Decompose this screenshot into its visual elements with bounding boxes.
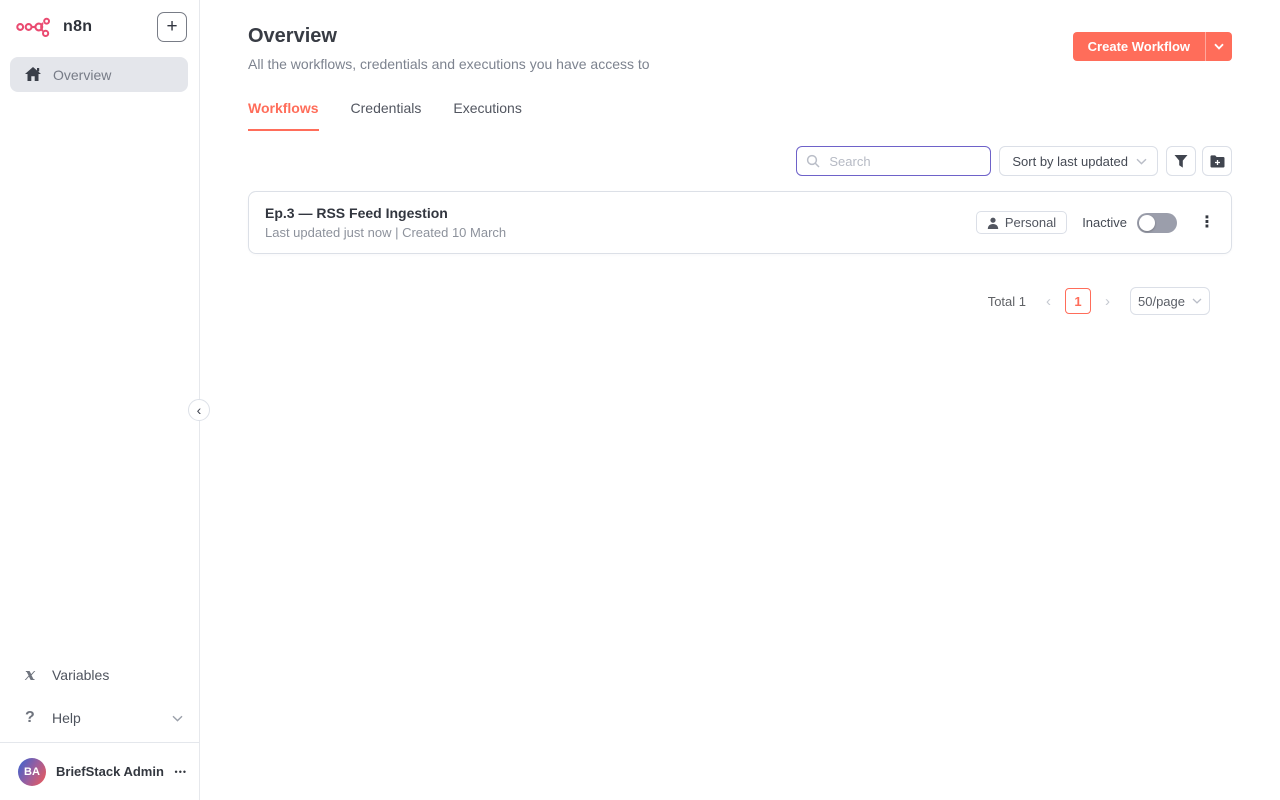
question-icon: ?: [25, 709, 43, 727]
status-toggle[interactable]: [1137, 213, 1177, 233]
workflow-title: Ep.3 — RSS Feed Ingestion: [265, 205, 506, 221]
page-size-select[interactable]: 50/page: [1130, 287, 1210, 315]
owner-badge: Personal: [976, 211, 1067, 234]
sidebar: n8n + Overview x Variables ?: [0, 0, 200, 800]
chevron-down-icon: [1214, 43, 1224, 50]
help-label: Help: [52, 710, 172, 726]
search-icon: [806, 154, 820, 168]
page-title: Overview: [248, 25, 650, 48]
sort-dropdown-label: Sort by last updated: [1012, 154, 1128, 169]
user-more-icon[interactable]: •••: [175, 767, 187, 777]
n8n-logo-icon: [16, 15, 54, 39]
search-input[interactable]: [796, 146, 991, 176]
filter-button[interactable]: [1166, 146, 1196, 176]
page-subtitle: All the workflows, credentials and execu…: [248, 56, 650, 72]
page-size-label: 50/page: [1138, 294, 1185, 309]
variables-icon: x: [25, 665, 43, 685]
toolbar: Sort by last updated: [248, 146, 1232, 176]
sidebar-item-overview[interactable]: Overview: [10, 57, 188, 92]
pagination-bar: Total 1 ‹ 1 › 50/page: [248, 287, 1210, 315]
owner-badge-label: Personal: [1005, 215, 1056, 230]
add-workflow-button[interactable]: +: [157, 12, 187, 42]
create-workflow-split-button: Create Workflow: [1073, 32, 1232, 61]
sidebar-item-variables[interactable]: x Variables: [0, 656, 199, 694]
n8n-logo: n8n: [16, 15, 92, 39]
tab-credentials[interactable]: Credentials: [351, 100, 422, 131]
tab-workflows[interactable]: Workflows: [248, 100, 319, 131]
app-window: n8n + Overview x Variables ?: [0, 0, 1280, 800]
page-number-button[interactable]: 1: [1065, 288, 1091, 314]
sort-dropdown[interactable]: Sort by last updated: [999, 146, 1158, 176]
home-icon: [25, 67, 41, 82]
tab-executions[interactable]: Executions: [453, 100, 521, 131]
status-label: Inactive: [1082, 215, 1127, 230]
toggle-knob: [1139, 215, 1155, 231]
workflow-card[interactable]: Ep.3 — RSS Feed Ingestion Last updated j…: [248, 191, 1232, 254]
create-workflow-button[interactable]: Create Workflow: [1073, 32, 1205, 61]
person-icon: [987, 217, 999, 229]
avatar: BA: [18, 758, 46, 786]
sidebar-nav: Overview: [0, 42, 199, 92]
chevron-down-icon: [1192, 298, 1202, 304]
card-menu-button[interactable]: ⋮: [1199, 215, 1215, 231]
brand-name: n8n: [63, 18, 92, 36]
create-workflow-caret-button[interactable]: [1205, 32, 1232, 61]
user-name: BriefStack Admin: [56, 764, 175, 779]
sidebar-item-label: Overview: [53, 67, 111, 83]
main-content: Overview All the workflows, credentials …: [200, 0, 1280, 800]
folder-plus-icon: [1210, 155, 1225, 168]
sidebar-footer: x Variables ? Help BA BriefStack Admin •…: [0, 656, 199, 800]
collapse-sidebar-button[interactable]: ‹: [188, 399, 210, 421]
sidebar-item-help[interactable]: ? Help: [0, 699, 199, 737]
chevron-left-icon: ‹: [197, 402, 202, 418]
new-folder-button[interactable]: [1202, 146, 1232, 176]
chevron-down-icon: [172, 715, 183, 722]
workflow-meta: Last updated just now | Created 10 March: [265, 225, 506, 240]
tab-bar: Workflows Credentials Executions: [248, 100, 1232, 131]
next-page-button[interactable]: ›: [1105, 293, 1110, 310]
prev-page-button[interactable]: ‹: [1046, 293, 1051, 310]
filter-funnel-icon: [1174, 155, 1188, 168]
user-menu[interactable]: BA BriefStack Admin •••: [0, 742, 199, 800]
chevron-down-icon: [1136, 158, 1147, 165]
pagination-total: Total 1: [988, 294, 1026, 309]
variables-label: Variables: [52, 667, 183, 683]
